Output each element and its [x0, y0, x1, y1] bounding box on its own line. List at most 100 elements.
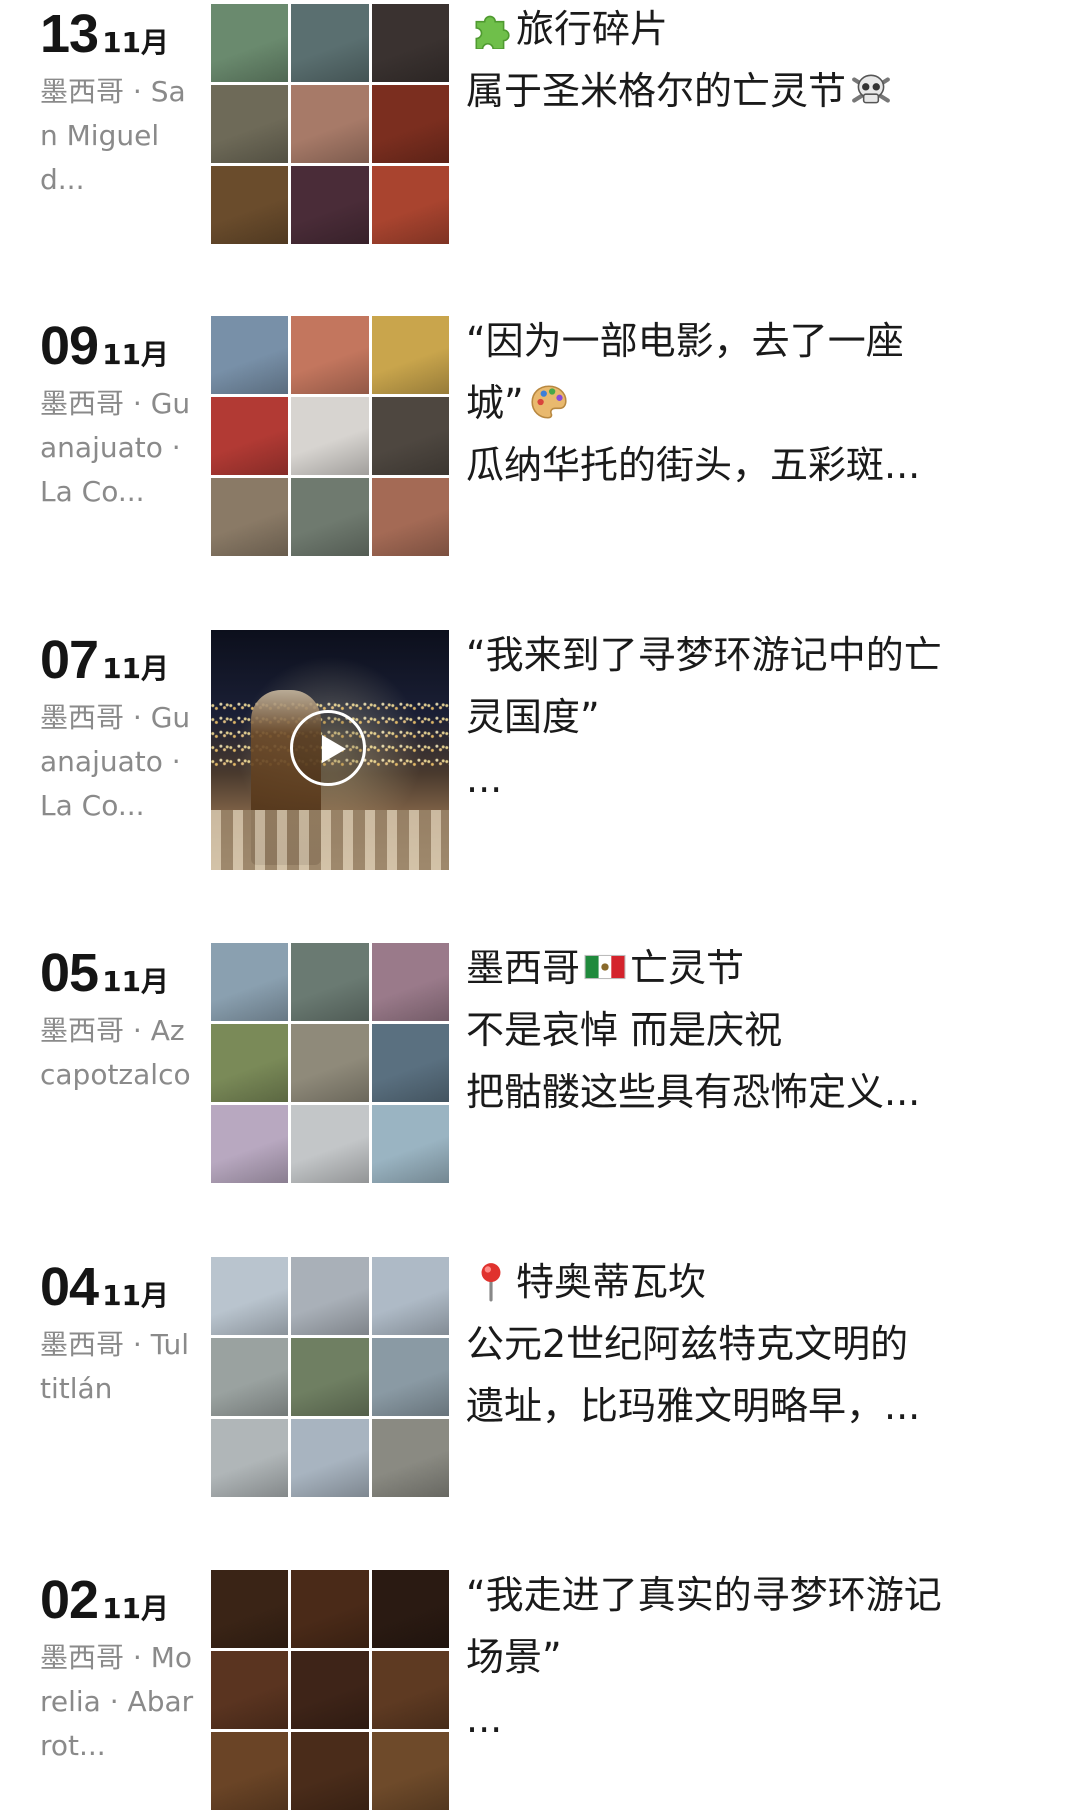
post-text-segment: 城” [466, 381, 524, 425]
photo-thumbnail[interactable] [211, 1105, 289, 1183]
photo-thumbnail[interactable] [291, 1570, 369, 1648]
photo-thumbnail[interactable] [211, 1024, 289, 1102]
photo-thumbnail[interactable] [291, 85, 369, 163]
photo-thumbnail[interactable] [291, 943, 369, 1021]
skull-icon [852, 74, 890, 104]
post-item[interactable]: 02 11月 墨西哥 · Morelia · Abarrot... “我走进了真实… [0, 1570, 1080, 1810]
post-text-segment: 瓜纳华托的街头，五彩斑... [466, 443, 921, 487]
post-text-segment: “因为一部电影，去了一座 [466, 319, 904, 363]
photo-thumbnail[interactable] [291, 1105, 369, 1183]
photo-thumbnail[interactable] [211, 943, 289, 1021]
photo-thumbnail[interactable] [291, 166, 369, 244]
photo-thumbnail[interactable] [291, 1651, 369, 1729]
photo-thumbnail[interactable] [371, 166, 449, 244]
post-location: 墨西哥 · San Miguel d... [40, 75, 186, 196]
post-month: 11月 [102, 338, 170, 371]
post-photo-grid[interactable] [211, 4, 449, 244]
post-photo-grid[interactable] [211, 1257, 449, 1497]
photo-thumbnail[interactable] [291, 1257, 369, 1335]
post-text-line: 城” [466, 372, 1046, 434]
photo-thumbnail[interactable] [371, 4, 449, 82]
photo-thumbnail[interactable] [291, 316, 369, 394]
post-day: 05 [40, 943, 99, 1003]
post-day: 02 [40, 1570, 99, 1630]
photo-thumbnail[interactable] [371, 85, 449, 163]
post-item[interactable]: 13 11月 墨西哥 · San Miguel d... 旅行碎片 属于圣米格尔的… [0, 4, 1080, 244]
post-date: 09 11月 [40, 316, 200, 376]
post-text[interactable]: “我走进了真实的寻梦环游记 场景” ... [466, 1564, 1046, 1750]
post-text[interactable]: 墨西哥 亡灵节 不是哀悼 而是庆祝 把骷髅这些具有恐怖定义... [466, 937, 1046, 1123]
post-day: 04 [40, 1257, 99, 1317]
post-month: 11月 [102, 1592, 170, 1625]
post-text-line: 场景” [466, 1626, 1046, 1688]
photo-thumbnail[interactable] [291, 1338, 369, 1416]
balustrade [211, 810, 449, 870]
post-text[interactable]: 旅行碎片 属于圣米格尔的亡灵节 [466, 0, 1046, 122]
photo-thumbnail[interactable] [371, 1105, 449, 1183]
post-location: 墨西哥 · Azcapotzalco [40, 1014, 191, 1091]
photo-thumbnail[interactable] [371, 1024, 449, 1102]
post-text-segment: 把骷髅这些具有恐怖定义... [466, 1070, 921, 1114]
post-text[interactable]: “我来到了寻梦环游记中的亡 灵国度” ... [466, 624, 1046, 810]
photo-thumbnail[interactable] [211, 397, 289, 475]
post-text-segment: 亡灵节 [630, 946, 745, 990]
photo-thumbnail[interactable] [371, 1338, 449, 1416]
photo-thumbnail[interactable] [291, 1024, 369, 1102]
post-photo-grid[interactable] [211, 943, 449, 1183]
post-text-segment: 属于圣米格尔的亡灵节 [466, 69, 847, 113]
photo-thumbnail[interactable] [371, 943, 449, 1021]
post-photo-grid[interactable] [211, 1570, 449, 1810]
post-item[interactable]: 07 11月 墨西哥 · Guanajuato · La Co... “我来到了寻… [0, 630, 1080, 870]
photo-thumbnail[interactable] [211, 166, 289, 244]
photo-thumbnail[interactable] [211, 4, 289, 82]
post-text[interactable]: “因为一部电影，去了一座 城” 瓜纳华托的街头，五彩斑... [466, 310, 1046, 496]
photo-thumbnail[interactable] [291, 1732, 369, 1810]
photo-thumbnail[interactable] [371, 1651, 449, 1729]
photo-thumbnail[interactable] [371, 478, 449, 556]
photo-thumbnail[interactable] [211, 1570, 289, 1648]
post-text-line: 墨西哥 亡灵节 [466, 937, 1046, 999]
photo-thumbnail[interactable] [211, 1257, 289, 1335]
photo-thumbnail[interactable] [211, 478, 289, 556]
photo-thumbnail[interactable] [371, 1570, 449, 1648]
post-text-line: “我走进了真实的寻梦环游记 [466, 1564, 1046, 1626]
post-location: 墨西哥 · Morelia · Abarrot... [40, 1641, 194, 1762]
photo-thumbnail[interactable] [211, 1732, 289, 1810]
photo-thumbnail[interactable] [371, 1732, 449, 1810]
post-date: 02 11月 [40, 1570, 200, 1630]
post-day: 07 [40, 630, 99, 690]
photo-thumbnail[interactable] [211, 316, 289, 394]
post-day: 13 [40, 4, 99, 64]
photo-thumbnail[interactable] [291, 478, 369, 556]
post-text-line: 不是哀悼 而是庆祝 [466, 999, 1046, 1061]
post-video-thumbnail[interactable] [211, 630, 449, 870]
photo-thumbnail[interactable] [291, 4, 369, 82]
post-text-line: 公元2世纪阿兹特克文明的 [466, 1313, 1046, 1375]
post-text-line: 旅行碎片 [466, 0, 1046, 60]
photo-thumbnail[interactable] [371, 316, 449, 394]
photo-thumbnail[interactable] [291, 397, 369, 475]
photo-thumbnail[interactable] [211, 1651, 289, 1729]
post-item[interactable]: 09 11月 墨西哥 · Guanajuato · La Co... “因为一部电… [0, 316, 1080, 556]
photo-thumbnail[interactable] [371, 397, 449, 475]
post-text-segment: ... [466, 1697, 503, 1741]
post-text-line: ... [466, 1688, 1046, 1750]
photo-thumbnail[interactable] [291, 1419, 369, 1497]
post-photo-grid[interactable] [211, 316, 449, 556]
post-text-segment: 特奥蒂瓦坎 [516, 1260, 707, 1304]
post-text-line: “因为一部电影，去了一座 [466, 310, 1046, 372]
photo-thumbnail[interactable] [211, 1338, 289, 1416]
post-date: 05 11月 [40, 943, 200, 1003]
post-item[interactable]: 04 11月 墨西哥 · Tultitlán 特奥蒂瓦坎 公元2世纪阿兹特克文明的… [0, 1257, 1080, 1497]
photo-thumbnail[interactable] [371, 1257, 449, 1335]
photo-thumbnail[interactable] [371, 1419, 449, 1497]
post-text-segment: 遗址，比玛雅文明略早，... [466, 1384, 921, 1428]
post-item[interactable]: 05 11月 墨西哥 · Azcapotzalco 墨西哥 亡灵节 不是哀悼 而是庆… [0, 943, 1080, 1183]
pin-icon [481, 1263, 501, 1302]
photo-thumbnail[interactable] [211, 85, 289, 163]
post-text[interactable]: 特奥蒂瓦坎 公元2世纪阿兹特克文明的 遗址，比玛雅文明略早，... [466, 1251, 1046, 1437]
photo-thumbnail[interactable] [211, 1419, 289, 1497]
play-icon[interactable] [290, 710, 366, 786]
post-location: 墨西哥 · Guanajuato · La Co... [40, 387, 191, 508]
post-text-segment: ... [466, 757, 503, 801]
